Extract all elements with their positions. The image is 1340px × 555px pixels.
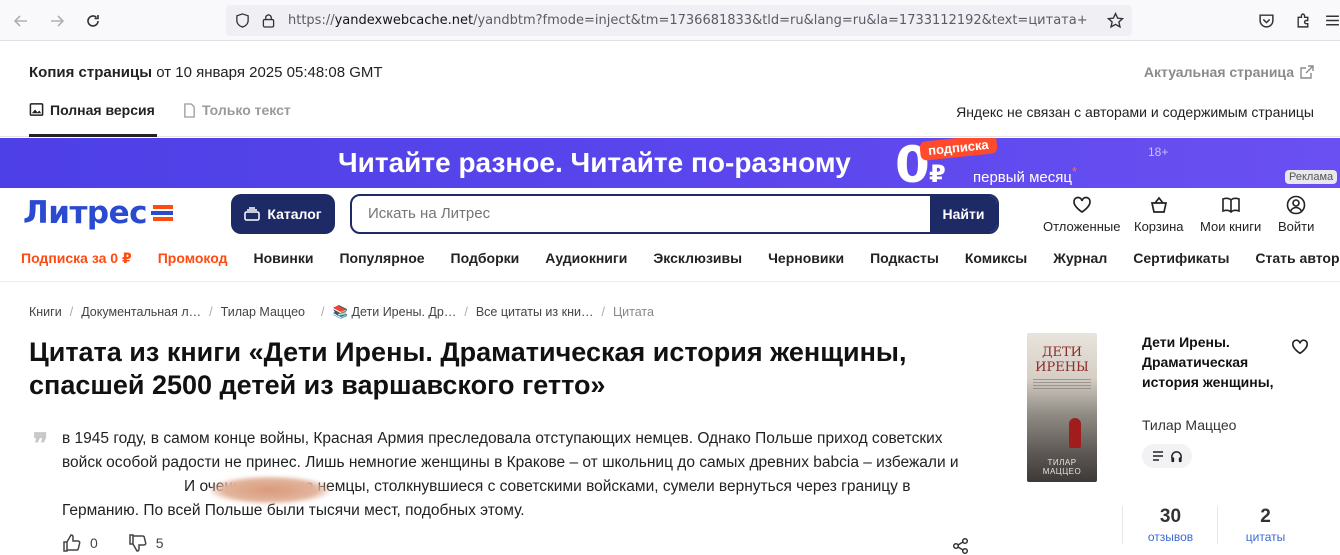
menu-item-collections[interactable]: Подборки: [451, 250, 520, 267]
menu-item-drafts[interactable]: Черновики: [768, 250, 844, 267]
reviews-count: 30: [1159, 506, 1182, 527]
url-text: https://yandexwebcache.net/yandbtm?fmode…: [288, 13, 1088, 28]
tab-text-only[interactable]: Только текст: [183, 102, 291, 118]
open-book-icon: [1221, 197, 1240, 214]
menu-item-podcasts[interactable]: Подкасты: [870, 250, 939, 267]
menu-item-become-author[interactable]: Стать автором: [1255, 250, 1340, 267]
share-button[interactable]: [952, 537, 970, 555]
main-menu: Подписка за 0 ₽ Промокод Новинки Популяр…: [21, 250, 1340, 267]
reviews-stat[interactable]: 30 отзывов: [1122, 506, 1218, 544]
menu-item-comics[interactable]: Комиксы: [965, 250, 1027, 267]
login-button[interactable]: Войти: [1278, 195, 1314, 234]
menu-button[interactable]: [1320, 8, 1340, 32]
menu-item-promocode[interactable]: Промокод: [158, 250, 228, 267]
menu-item-popular[interactable]: Популярное: [339, 250, 424, 267]
menu-item-new[interactable]: Новинки: [254, 250, 314, 267]
lock-icon: [262, 14, 275, 28]
cart-button[interactable]: Корзина: [1134, 195, 1184, 234]
cart-icon: [1150, 196, 1167, 213]
extensions-button[interactable]: [1291, 8, 1315, 32]
search-box: Найти: [350, 194, 999, 234]
thumbs-up-icon[interactable]: [62, 533, 82, 553]
browser-toolbar: https://yandexwebcache.net/yandbtm?fmode…: [0, 0, 1340, 41]
quote-reactions: 0 5: [62, 533, 164, 553]
my-books-button[interactable]: Мои книги: [1200, 195, 1261, 234]
page-title: Цитата из книги «Дети Ирены. Драматическ…: [29, 337, 907, 400]
promo-banner[interactable]: Читайте разное. Читайте по-разному 0 ₽ п…: [0, 138, 1340, 188]
menu-item-subscription[interactable]: Подписка за 0 ₽: [21, 250, 132, 267]
books-icon: [244, 207, 261, 221]
search-input[interactable]: [368, 205, 908, 222]
redaction-blur: [210, 476, 330, 504]
pocket-icon: [1258, 13, 1274, 28]
user-icon: [1286, 195, 1306, 215]
reload-icon: [87, 15, 99, 27]
book-cover[interactable]: ДЕТИ ИРЕНЫ ТИЛАР МАЦЦЕО: [1027, 333, 1097, 482]
arrow-left-icon: [13, 15, 27, 27]
book-formats: [1142, 444, 1192, 468]
cache-header: Копия страницы от 10 января 2025 05:48:0…: [0, 41, 1340, 137]
litres-logo[interactable]: Литрес: [23, 195, 175, 231]
breadcrumb-item[interactable]: Книги: [29, 305, 62, 320]
external-link-icon: [1300, 65, 1314, 79]
cache-title: Копия страницы от 10 января 2025 05:48:0…: [29, 64, 383, 81]
arrow-right-icon: [51, 15, 65, 27]
logo-mark-icon: [151, 205, 174, 221]
quotes-label: цитаты: [1245, 530, 1286, 544]
quotes-stat[interactable]: 2 цитаты: [1217, 506, 1313, 544]
banner-text: Читайте разное. Читайте по-разному: [338, 147, 851, 178]
quotes-count: 2: [1260, 506, 1271, 527]
cache-disclaimer: Яндекс не связан с авторами и содержимым…: [956, 104, 1314, 120]
shield-icon: [236, 13, 249, 28]
heart-icon: [1291, 339, 1309, 355]
quote-icon: ❞: [33, 427, 49, 460]
quote-text: в 1945 году, в самом конце войны, Красна…: [62, 430, 959, 519]
age-rating: 18+: [1148, 145, 1169, 159]
pocket-button[interactable]: [1254, 8, 1278, 32]
menu-item-magazine[interactable]: Журнал: [1053, 250, 1107, 267]
cover-figure: [1069, 418, 1081, 448]
banner-month: первый месяц*: [973, 165, 1077, 186]
book-author[interactable]: Тилар Маццео: [1142, 417, 1236, 433]
ad-label: Реклама: [1285, 170, 1338, 184]
add-to-favorites-button[interactable]: [1291, 338, 1309, 361]
forward-button[interactable]: [44, 8, 70, 34]
document-icon: [184, 102, 195, 118]
back-button[interactable]: [8, 8, 34, 34]
breadcrumb-item[interactable]: Тилар Маццео: [221, 305, 305, 320]
likes-count: 0: [90, 535, 98, 551]
share-icon: [952, 537, 969, 555]
menu-divider: [0, 281, 1340, 282]
favorites-button[interactable]: Отложенные: [1043, 195, 1120, 234]
text-lines-icon: [1152, 451, 1163, 461]
actual-page-link[interactable]: Актуальная страница: [1144, 64, 1314, 80]
catalog-button[interactable]: Каталог: [231, 194, 335, 234]
search-button[interactable]: Найти: [930, 196, 997, 232]
heart-icon: [1072, 196, 1091, 214]
banner-badge: подписка: [919, 138, 998, 161]
breadcrumb-item[interactable]: 📚 Дети Ирены. Др…: [332, 305, 456, 320]
hamburger-icon: [1325, 14, 1339, 26]
reviews-label: отзывов: [1147, 530, 1194, 544]
banner-ruble: ₽: [929, 161, 946, 188]
cover-author: ТИЛАР МАЦЦЕО: [1042, 458, 1082, 476]
address-bar[interactable]: https://yandexwebcache.net/yandbtm?fmode…: [226, 5, 1132, 36]
menu-item-exclusives[interactable]: Эксклюзивы: [653, 250, 742, 267]
book-title[interactable]: Дети Ирены. Драматическая история женщин…: [1142, 332, 1282, 392]
breadcrumb: Книги / Документальная л… / Тилар Маццео…: [29, 305, 654, 320]
breadcrumb-current: Цитата: [612, 305, 654, 319]
reload-button[interactable]: [80, 8, 106, 34]
tab-full-version[interactable]: Полная версия: [29, 102, 157, 137]
cover-title: ДЕТИ ИРЕНЫ: [1035, 345, 1089, 375]
thumbs-down-icon[interactable]: [128, 533, 148, 553]
puzzle-icon: [1296, 13, 1308, 28]
breadcrumb-item[interactable]: Документальная л…: [81, 305, 201, 320]
star-icon[interactable]: [1107, 12, 1124, 29]
menu-item-certificates[interactable]: Сертификаты: [1133, 250, 1229, 267]
breadcrumb-item[interactable]: Все цитаты из кни…: [476, 305, 594, 320]
menu-item-audiobooks[interactable]: Аудиокниги: [545, 250, 627, 267]
headphones-icon: [1170, 450, 1182, 462]
image-icon: [29, 103, 44, 116]
dislikes-count: 5: [155, 535, 164, 551]
